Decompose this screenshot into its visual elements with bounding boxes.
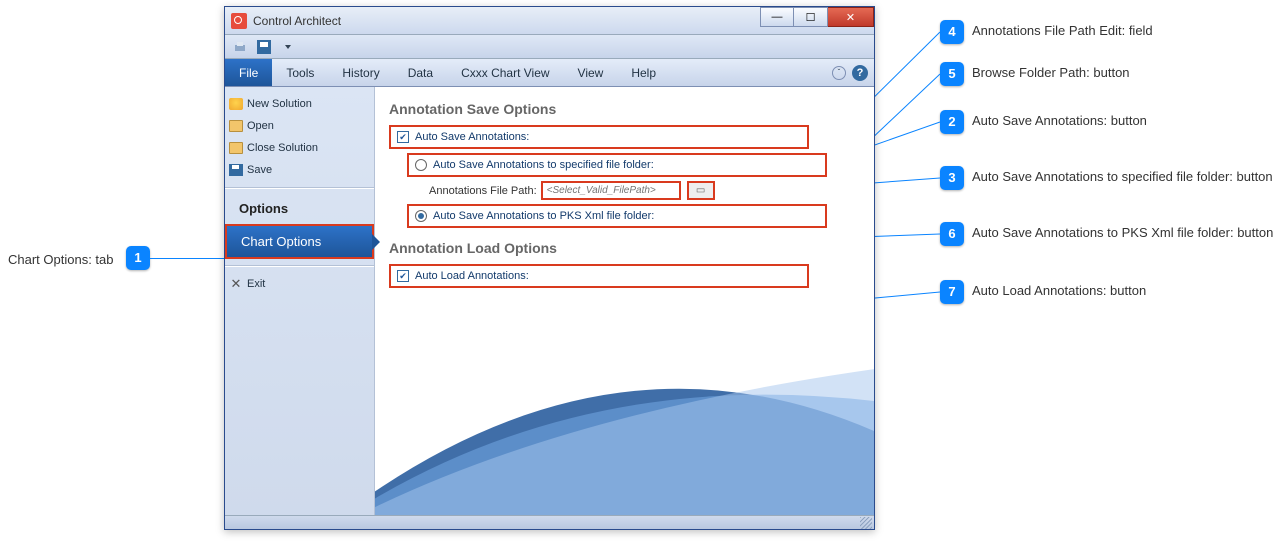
collapse-ribbon-icon[interactable]: ˇ [832,66,846,80]
sidebar-item-close-solution[interactable]: Close Solution [225,137,374,159]
sidebar-item-label: Open [247,120,274,132]
option-label: Auto Save Annotations to specified file … [433,159,654,171]
tab-tools[interactable]: Tools [272,59,328,86]
callout-1-label: Chart Options: tab [8,252,114,267]
callout-5-label: Browse Folder Path: button [972,65,1130,80]
qat-save-icon[interactable] [255,38,273,56]
browse-folder-button[interactable]: ▭ [687,181,715,200]
open-folder-icon [229,120,243,132]
options-panel: Annotation Save Options Auto Save Annota… [375,87,874,515]
new-solution-icon [229,98,243,110]
tab-file[interactable]: File [225,59,272,86]
auto-save-to-folder-button[interactable]: Auto Save Annotations to specified file … [407,153,827,177]
callout-3-bubble: 3 [940,166,964,190]
maximize-button[interactable]: ☐ [794,7,828,27]
sidebar-item-label: Save [247,164,272,176]
sidebar-item-save[interactable]: Save [225,159,374,181]
auto-save-annotations-button[interactable]: Auto Save Annotations: [389,125,809,149]
auto-save-pks-button[interactable]: Auto Save Annotations to PKS Xml file fo… [407,204,827,228]
minimize-button[interactable]: — [760,7,794,27]
quick-access-toolbar [225,35,874,59]
option-label: Auto Save Annotations: [415,131,529,143]
option-label: Auto Load Annotations: [415,270,529,282]
status-bar [225,515,874,529]
sidebar-item-exit[interactable]: ✕ Exit [225,273,374,295]
sidebar-tab-chart-options[interactable]: Chart Options [225,224,374,259]
qat-print-icon[interactable] [231,38,249,56]
file-path-label: Annotations File Path: [429,185,537,197]
tab-data[interactable]: Data [394,59,447,86]
callout-6-bubble: 6 [940,222,964,246]
tab-history[interactable]: History [328,59,393,86]
ribbon-tabs: File Tools History Data Cxxx Chart View … [225,59,874,87]
callout-1-line [150,258,224,259]
tab-cxxx-chart-view[interactable]: Cxxx Chart View [447,59,563,86]
sidebar-item-open[interactable]: Open [225,115,374,137]
callout-2-bubble: 2 [940,110,964,134]
section-title-save: Annotation Save Options [389,101,860,117]
sidebar-item-label: New Solution [247,98,312,110]
content-area: New Solution Open Close Solution Save Op… [225,87,874,515]
app-icon [231,13,247,29]
callout-3-label: Auto Save Annotations to specified file … [972,169,1273,184]
callout-4-label: Annotations File Path Edit: field [972,23,1153,38]
callout-7-bubble: 7 [940,280,964,304]
file-path-row: Annotations File Path: ▭ [429,181,860,200]
close-folder-icon [229,142,243,154]
option-label: Auto Save Annotations to PKS Xml file fo… [433,210,654,222]
radio-icon [415,210,427,222]
sidebar-separator [225,265,374,267]
sidebar-item-new-solution[interactable]: New Solution [225,93,374,115]
sidebar-item-label: Exit [247,278,265,290]
sidebar-separator [225,187,374,189]
resize-grip-icon[interactable] [860,517,872,529]
callout-5-bubble: 5 [940,62,964,86]
callout-6-label: Auto Save Annotations to PKS Xml file fo… [972,225,1273,240]
qat-dropdown-icon[interactable] [279,38,297,56]
auto-load-annotations-button[interactable]: Auto Load Annotations: [389,264,809,288]
exit-icon: ✕ [229,278,243,290]
section-title-load: Annotation Load Options [389,240,860,256]
sidebar-item-label: Close Solution [247,142,318,154]
sidebar-heading-options: Options [225,195,374,222]
window-title: Control Architect [253,14,760,28]
close-button[interactable]: ✕ [828,7,874,27]
checkbox-icon [397,131,409,143]
tab-view[interactable]: View [564,59,618,86]
app-window: Control Architect — ☐ ✕ File Tools Histo… [224,6,875,530]
titlebar: Control Architect — ☐ ✕ [225,7,874,35]
help-icon[interactable]: ? [852,65,868,81]
tab-help[interactable]: Help [617,59,670,86]
checkbox-icon [397,270,409,282]
callout-4-bubble: 4 [940,20,964,44]
window-controls: — ☐ ✕ [760,7,874,34]
callout-7-label: Auto Load Annotations: button [972,283,1146,298]
backstage-sidebar: New Solution Open Close Solution Save Op… [225,87,375,515]
callout-2-label: Auto Save Annotations: button [972,113,1147,128]
annotations-file-path-input[interactable] [541,181,681,200]
radio-icon [415,159,427,171]
save-icon [229,164,243,176]
callout-1-bubble: 1 [126,246,150,270]
